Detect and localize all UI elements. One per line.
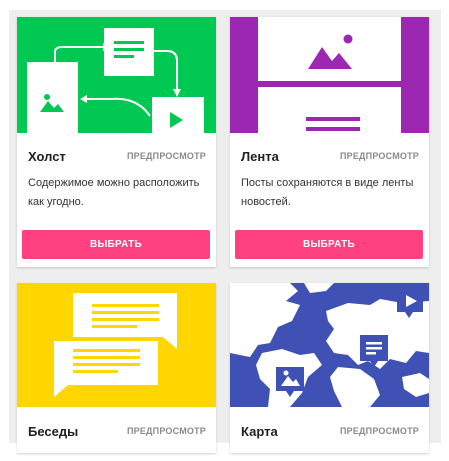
card-description: Содержимое можно расположить как угодно. [28, 177, 200, 208]
document-card-shape [104, 28, 154, 76]
map-illustration [230, 283, 429, 407]
layout-card-map[interactable]: Карта ПРЕДПРОСМОТР [230, 283, 429, 453]
card-title: Карта [241, 424, 278, 439]
select-button[interactable]: ВЫБРАТЬ [235, 230, 423, 259]
talks-illustration [17, 283, 216, 407]
preview-link[interactable]: ПРЕДПРОСМОТР [127, 426, 206, 436]
card-title: Беседы [28, 424, 79, 439]
card-description: Посты сохраняются в виде ленты новостей. [241, 177, 414, 208]
layout-card-canvas[interactable]: Холст ПРЕДПРОСМОТР Содержимое можно расп… [17, 17, 216, 267]
image-card-shape [27, 62, 78, 133]
card-title: Холст [28, 149, 66, 164]
canvas-illustration [17, 17, 216, 133]
select-button[interactable]: ВЫБРАТЬ [22, 230, 210, 259]
card-title: Лента [241, 149, 279, 164]
layout-card-feed[interactable]: Лента ПРЕДПРОСМОТР Посты сохраняются в в… [230, 17, 429, 267]
preview-link[interactable]: ПРЕДПРОСМОТР [340, 426, 419, 436]
preview-link[interactable]: ПРЕДПРОСМОТР [340, 151, 419, 161]
video-card-shape [152, 97, 204, 133]
preview-link[interactable]: ПРЕДПРОСМОТР [127, 151, 206, 161]
layout-card-talks[interactable]: Беседы ПРЕДПРОСМОТР [17, 283, 216, 453]
feed-illustration [230, 17, 429, 133]
